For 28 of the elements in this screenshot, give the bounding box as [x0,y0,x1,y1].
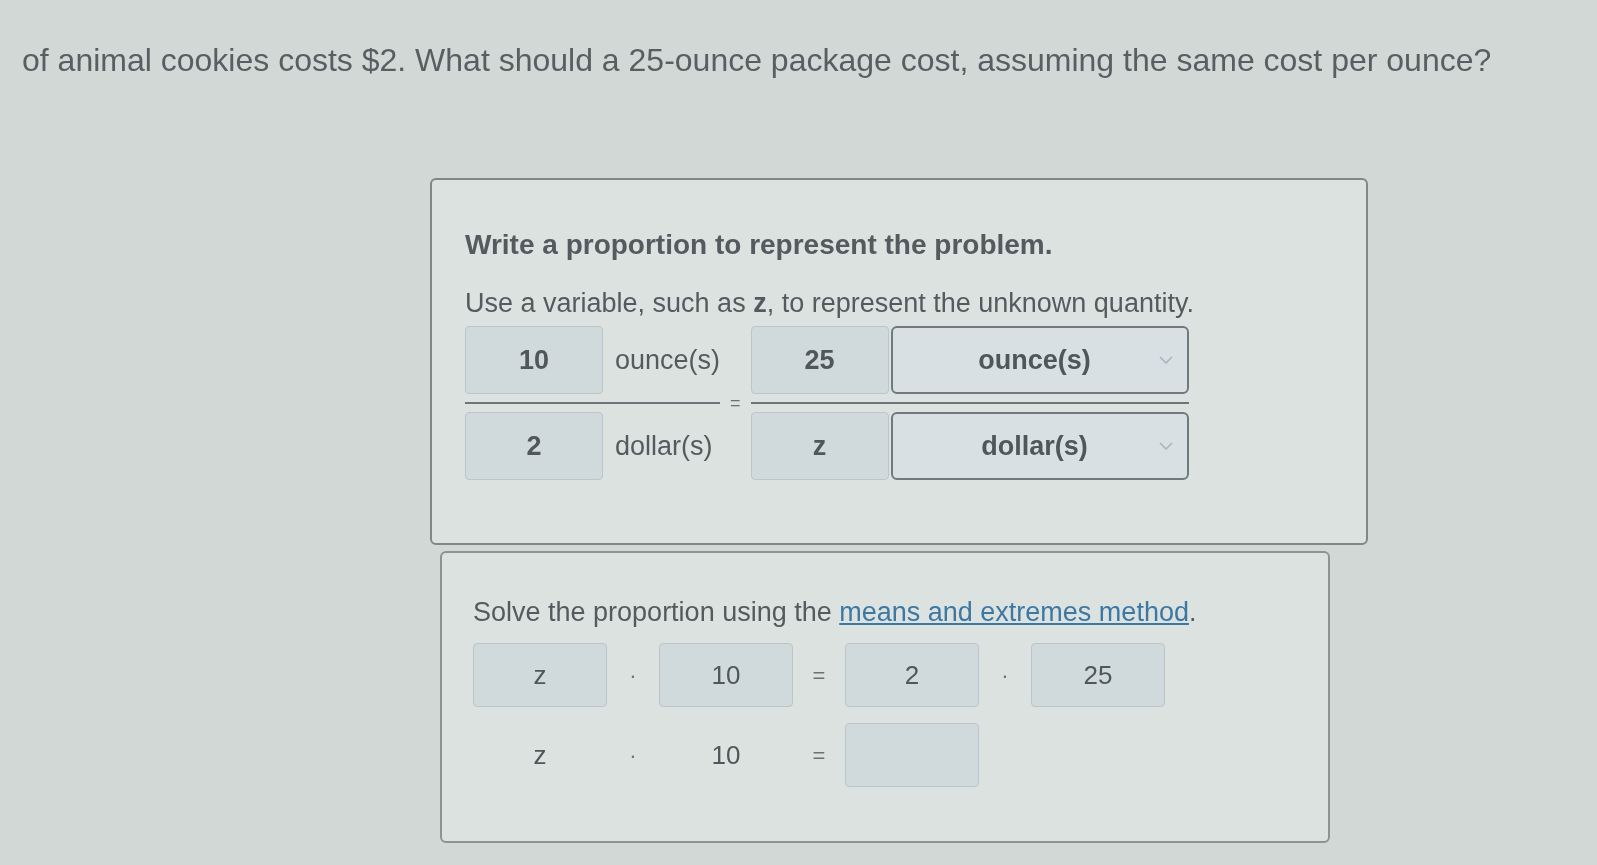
answer-box[interactable]: 25 [750,326,889,394]
operator-sign: · [629,741,637,770]
unit-label: ounce(s) [615,344,721,377]
expression-term: 10 [711,738,741,772]
instruction-text: Use a variable, such as z, to represent the unknown quantity. [465,287,1195,320]
chevron-down-icon [1158,356,1173,364]
unit-dropdown[interactable]: dollar(s) [890,412,1189,480]
answer-box[interactable]: 10 [465,326,603,394]
answer-box[interactable]: z [473,643,607,707]
answer-box[interactable]: 2 [845,643,979,707]
answer-box[interactable] [845,723,979,787]
chevron-down-icon [1158,442,1173,450]
problem-text: of animal cookies costs $2. What should a 25-ounce package cost, assuming the same cost per ounce? [21,41,1493,80]
answer-box[interactable]: 10 [659,643,793,707]
operator-sign: · [1001,661,1009,690]
panel-heading: Write a proportion to represent the problem. [465,228,1054,262]
expression-term: z [533,738,547,772]
method-link[interactable]: means and extremes method [839,597,1189,627]
operator-sign: = [812,661,826,690]
equals-sign: = [730,391,741,415]
answer-box[interactable]: 25 [1031,643,1165,707]
unit-label: dollar(s) [615,430,713,463]
operator-sign: = [812,741,826,770]
operator-sign: · [629,661,637,690]
unit-dropdown[interactable]: ounce(s) [890,326,1189,394]
answer-box[interactable]: z [750,412,889,480]
answer-box[interactable]: 2 [465,412,603,480]
instruction-text: Solve the proportion using the means and extremes method. [473,596,1198,629]
